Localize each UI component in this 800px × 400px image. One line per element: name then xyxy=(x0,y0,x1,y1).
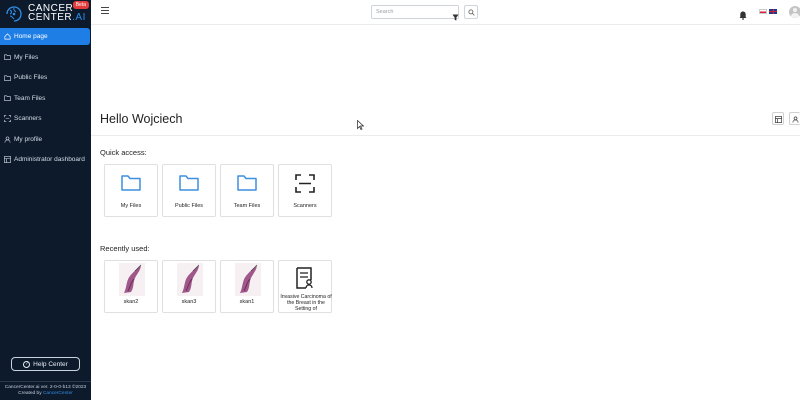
sidebar-item-label: Team Files xyxy=(14,94,46,102)
quick-access-title: Quick access: xyxy=(100,148,147,157)
search-icon xyxy=(467,3,475,21)
uk-flag-icon[interactable] xyxy=(769,9,777,14)
user-icon xyxy=(792,110,799,128)
home-icon xyxy=(3,33,11,41)
sidebar-footer: CancerCenter.ai ver. 2-0-0-b13 ©2023 Cre… xyxy=(0,385,91,397)
sidebar-item-my-files[interactable]: My Files xyxy=(0,49,90,66)
sidebar-item-home[interactable]: Home page xyxy=(0,28,90,45)
brand-logo[interactable]: CANCER CENTER.AI Beta xyxy=(0,0,91,26)
dashboard-icon xyxy=(3,156,11,164)
notifications-bell-icon[interactable] xyxy=(739,7,747,25)
user-icon xyxy=(3,135,11,143)
document-icon xyxy=(296,267,314,294)
document-title: Invasive Carcinoma of the Breast in the … xyxy=(280,294,332,312)
polish-flag-icon[interactable] xyxy=(759,9,767,14)
recent-item-document[interactable]: Invasive Carcinoma of the Breast in the … xyxy=(278,260,332,313)
sidebar-item-label: Scanners xyxy=(14,115,42,122)
topbar: Search xyxy=(91,0,800,25)
search-input[interactable]: Search xyxy=(371,5,459,19)
folder-icon xyxy=(3,74,11,82)
sidebar-item-label: Home page xyxy=(14,33,48,40)
tile-label: My Files xyxy=(120,203,142,209)
search-placeholder: Search xyxy=(376,9,394,15)
profile-button[interactable] xyxy=(789,112,800,125)
quick-access-scanners[interactable]: Scanners xyxy=(278,164,332,217)
help-center-label: Help Center xyxy=(33,360,68,368)
brain-logo-icon xyxy=(3,4,25,22)
tile-label: Scanners xyxy=(293,203,317,209)
sidebar-item-public-files[interactable]: Public Files xyxy=(0,69,90,86)
sidebar-divider xyxy=(0,381,91,382)
scanner-icon xyxy=(295,174,315,198)
brand-line-2: CENTER.AI xyxy=(28,12,86,23)
tile-label: Public Files xyxy=(174,203,204,209)
quick-access-team-files[interactable]: Team Files xyxy=(220,164,274,217)
scanner-icon xyxy=(3,115,11,123)
created-by-text: Created by xyxy=(18,391,42,396)
mouse-cursor-icon xyxy=(357,117,365,135)
help-icon: ? xyxy=(23,360,31,368)
quick-access-public-files[interactable]: Public Files xyxy=(162,164,216,217)
sidebar-item-team-files[interactable]: Team Files xyxy=(0,90,90,107)
folder-icon xyxy=(121,174,141,196)
user-avatar[interactable] xyxy=(789,6,800,18)
layout-icon xyxy=(774,110,782,128)
sidebar: CANCER CENTER.AI Beta Home page My Files… xyxy=(0,0,91,400)
recently-used-title: Recently used: xyxy=(100,244,150,253)
slide-thumbnail xyxy=(235,263,261,296)
quick-access-my-files[interactable]: My Files xyxy=(104,164,158,217)
help-center-button[interactable]: ? Help Center xyxy=(11,357,80,371)
cancercenter-link[interactable]: CancerCenter xyxy=(43,391,73,396)
layout-toggle-button[interactable] xyxy=(772,112,784,125)
filter-icon[interactable] xyxy=(452,8,459,26)
sidebar-item-label: Administrator dashboard xyxy=(14,156,85,163)
sidebar-item-label: My profile xyxy=(14,135,43,143)
recent-label: skan1 xyxy=(239,299,255,305)
folder-icon xyxy=(179,174,199,196)
sidebar-item-label: My Files xyxy=(14,53,39,61)
folder-icon xyxy=(237,174,257,196)
beta-badge: Beta xyxy=(72,1,89,9)
sidebar-nav: Home page My Files Public Files Team Fil… xyxy=(0,28,91,168)
folder-icon xyxy=(3,53,11,61)
search-button[interactable] xyxy=(464,5,478,19)
folder-icon xyxy=(3,94,11,102)
sidebar-item-label: Public Files xyxy=(14,74,48,81)
slide-thumbnail xyxy=(119,263,145,296)
sidebar-item-admin-dashboard[interactable]: Administrator dashboard xyxy=(0,151,90,168)
sidebar-item-scanners[interactable]: Scanners xyxy=(0,110,90,127)
recent-item-skan1[interactable]: skan1 xyxy=(220,260,274,313)
slide-thumbnail xyxy=(177,263,203,296)
recent-label: skan2 xyxy=(123,299,139,305)
sidebar-item-my-profile[interactable]: My profile xyxy=(0,131,90,148)
greeting-title: Hello Wojciech xyxy=(100,112,183,126)
recent-item-skan2[interactable]: skan2 xyxy=(104,260,158,313)
recent-item-skan3[interactable]: skan3 xyxy=(162,260,216,313)
greeting-banner xyxy=(91,26,800,136)
tile-label: Team Files xyxy=(233,203,261,209)
menu-toggle-icon[interactable] xyxy=(101,7,109,15)
recent-label: skan3 xyxy=(181,299,197,305)
